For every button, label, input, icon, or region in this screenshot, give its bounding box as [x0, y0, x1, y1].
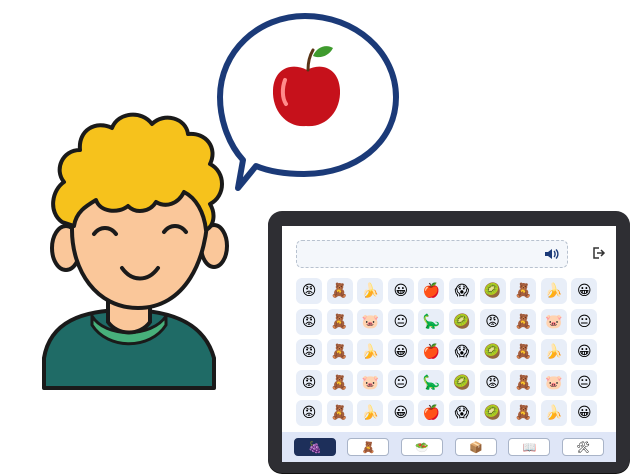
symbol-tile[interactable]: 🧸 — [326, 400, 353, 427]
symbol-tile[interactable]: 🍎 — [418, 278, 445, 304]
symbol-tile[interactable]: 🍌 — [357, 339, 384, 366]
symbol-tile[interactable]: 😡 — [296, 400, 322, 427]
symbol-tile[interactable]: 🧸 — [510, 400, 537, 427]
symbol-tile[interactable]: 🍌 — [357, 278, 384, 304]
symbol-tile[interactable]: 🥝 — [479, 400, 506, 427]
symbol-tile[interactable]: 🧸 — [326, 278, 353, 304]
tab-icon: 📖 — [522, 440, 537, 454]
symbol-tile[interactable]: 😀 — [387, 400, 414, 427]
symbol-tile[interactable]: 😀 — [571, 278, 598, 304]
logout-icon[interactable] — [590, 244, 608, 262]
symbol-tile[interactable]: 🍌 — [357, 400, 384, 427]
symbol-tile[interactable]: 🍌 — [540, 400, 567, 427]
symbol-tile[interactable]: 🧸 — [510, 369, 537, 396]
symbol-tile[interactable]: 🧸 — [326, 339, 353, 366]
symbol-tile[interactable]: 😡 — [296, 278, 322, 304]
symbol-tile[interactable]: 😱 — [448, 278, 475, 304]
tab-objects[interactable]: 📦 — [454, 438, 497, 456]
message-field[interactable] — [296, 240, 568, 268]
tab-toys[interactable]: 🧸 — [347, 438, 390, 456]
tab-icon: 🛠 — [576, 440, 591, 454]
symbol-tile[interactable]: 🧸 — [326, 369, 353, 396]
symbol-tile[interactable]: 🥝 — [479, 339, 506, 366]
symbol-tile[interactable]: 🧸 — [326, 308, 353, 335]
symbol-tile[interactable]: 😡 — [296, 339, 322, 366]
symbol-tile[interactable]: 😀 — [387, 278, 414, 304]
tab-tools[interactable]: 🛠 — [562, 438, 605, 456]
symbol-tile[interactable]: 🐷 — [540, 308, 567, 335]
symbol-tile[interactable]: 🥝 — [479, 278, 506, 304]
symbol-tile[interactable]: 😀 — [571, 339, 598, 366]
tab-icon: 🧸 — [361, 440, 376, 454]
boy-character — [42, 112, 229, 390]
symbol-tile[interactable]: 😐 — [571, 308, 598, 335]
symbol-tile[interactable]: 😐 — [387, 369, 414, 396]
symbol-tile[interactable]: 😱 — [448, 339, 475, 366]
symbol-tile[interactable]: 😐 — [387, 308, 414, 335]
category-tab-bar: 🍇 🧸 🥗 📦 📖 🛠 — [282, 432, 616, 462]
tab-icon: 📦 — [468, 440, 483, 454]
symbol-tile[interactable]: 😀 — [571, 400, 598, 427]
symbol-tile[interactable]: 🐷 — [357, 369, 384, 396]
tab-icon: 🍇 — [307, 440, 322, 454]
symbol-tile[interactable]: 🐷 — [357, 308, 384, 335]
symbol-tile[interactable]: 🦕 — [418, 369, 445, 396]
symbol-tile[interactable]: 😡 — [296, 308, 322, 335]
symbol-tile[interactable]: 🥝 — [448, 369, 475, 396]
symbol-tile[interactable]: 🦕 — [418, 308, 445, 335]
symbol-tile[interactable]: 😡 — [479, 308, 506, 335]
symbol-grid: 😡 🧸 🍌 😀 🍎 😱 🥝 🧸 🍌 😀 😡 🧸 🐷 😐 🦕 🥝 😡 🧸 🐷 😐 😡 🧸 🍌 😀 🍎 😱 🥝 🧸 🍌 😀 😡 🧸 🐷 😐 🦕 🥝 😡 🧸 🐷 😐… — [296, 278, 598, 427]
symbol-tile[interactable]: 🐷 — [540, 369, 567, 396]
symbol-tile[interactable]: 🥝 — [448, 308, 475, 335]
symbol-tile[interactable]: 😐 — [571, 369, 598, 396]
speaker-icon[interactable] — [543, 245, 561, 263]
symbol-tile[interactable]: 🍎 — [418, 339, 445, 366]
tab-icon: 🥗 — [415, 440, 429, 454]
tab-books[interactable]: 📖 — [508, 438, 551, 456]
tablet-screen: 😡 🧸 🍌 😀 🍎 😱 🥝 🧸 🍌 😀 😡 🧸 🐷 😐 🦕 🥝 😡 🧸 🐷 😐 😡 🧸 🍌 😀 🍎 😱 🥝 🧸 🍌 😀 😡 🧸 🐷 😐 🦕 🥝 😡 🧸 🐷 😐… — [282, 226, 616, 462]
symbol-tile[interactable]: 🧸 — [510, 339, 537, 366]
tab-fruits[interactable]: 🍇 — [293, 438, 336, 456]
symbol-tile[interactable]: 🍌 — [540, 278, 567, 304]
symbol-tile[interactable]: 😱 — [448, 400, 475, 427]
symbol-tile[interactable]: 🍎 — [418, 400, 445, 427]
tab-food[interactable]: 🥗 — [401, 438, 444, 456]
symbol-tile[interactable]: 😀 — [387, 339, 414, 366]
symbol-tile[interactable]: 🧸 — [510, 278, 537, 304]
symbol-tile[interactable]: 🍌 — [540, 339, 567, 366]
symbol-tile[interactable]: 😡 — [296, 369, 322, 396]
symbol-tile[interactable]: 😡 — [479, 369, 506, 396]
symbol-tile[interactable]: 🧸 — [510, 308, 537, 335]
